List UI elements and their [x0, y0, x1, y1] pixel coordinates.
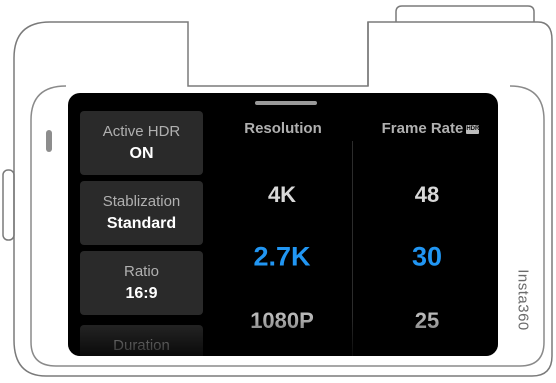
frame-rate-option-25[interactable]: 25 — [415, 308, 439, 334]
swipe-down-handle[interactable] — [255, 101, 317, 105]
setting-value: ON — [129, 145, 154, 162]
setting-value: 16:9 — [125, 285, 158, 302]
column-divider — [352, 141, 353, 356]
resolution-header: Resolution — [244, 120, 322, 137]
resolution-option-1080p[interactable]: 1080P — [250, 308, 314, 334]
hdr-badge-icon: HDR — [466, 124, 480, 134]
frame-rate-option-selected[interactable]: 30 — [412, 242, 442, 273]
setting-value: Standard — [106, 215, 177, 232]
touch-screen: Active HDR ON Stablization Standard Rati… — [68, 93, 498, 356]
setting-label: Stablization — [102, 193, 181, 210]
resolution-option-selected[interactable]: 2.7K — [253, 242, 310, 273]
frame-rate-option-48[interactable]: 48 — [415, 182, 439, 208]
indicator-light — [46, 130, 52, 152]
setting-ratio[interactable]: Ratio 16:9 — [80, 251, 203, 315]
setting-label: Ratio — [123, 263, 160, 280]
setting-stabilization[interactable]: Stablization Standard — [80, 181, 203, 245]
setting-label: Duration — [113, 337, 170, 354]
setting-duration[interactable]: Duration — [80, 325, 203, 356]
setting-active-hdr[interactable]: Active HDR ON — [80, 111, 203, 175]
setting-label: Active HDR — [102, 123, 181, 140]
frame-rate-header-label: Frame Rate — [381, 120, 464, 137]
frame-rate-header: Frame Rate HDR — [368, 120, 493, 137]
brand-label: Insta360 — [514, 269, 532, 331]
resolution-option-4k[interactable]: 4K — [268, 182, 296, 208]
side-button — [2, 169, 15, 241]
